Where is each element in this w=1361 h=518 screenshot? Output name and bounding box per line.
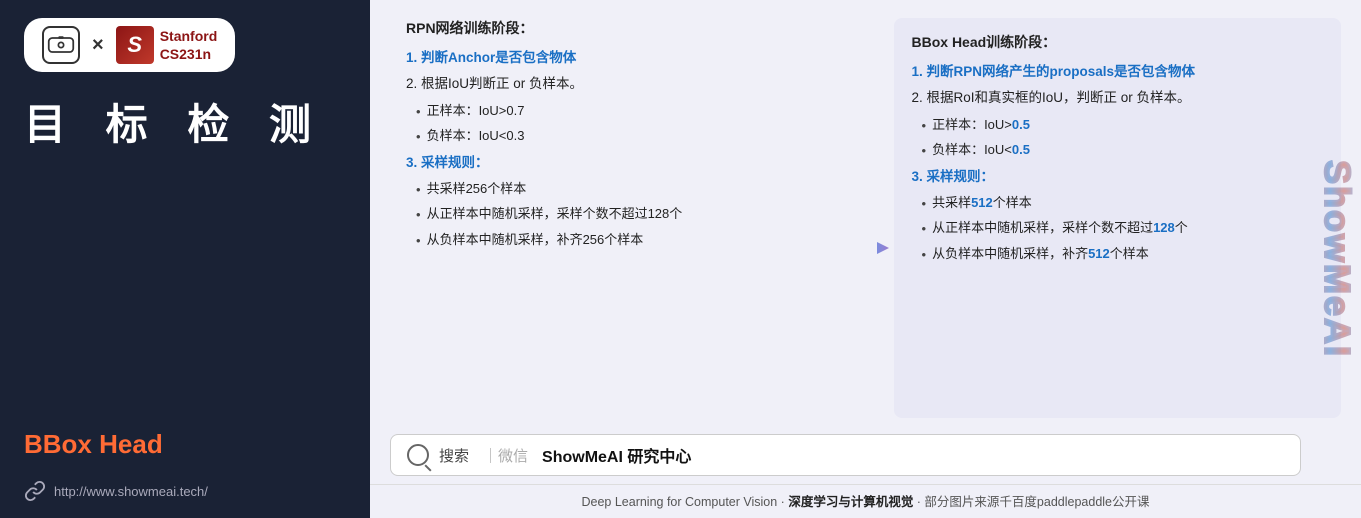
right-item3-text: 3. 采样规则： [912, 169, 995, 184]
left-item3-text: 3. 采样规则： [406, 155, 489, 170]
left-item3: 3. 采样规则： [406, 153, 818, 173]
left-column: RPN网络训练阶段： 1. 判断Anchor是否包含物体 2. 根据IoU判断正… [390, 18, 834, 418]
sidebar: × S Stanford CS231n 目 标 检 测 BBox Head ht… [0, 0, 370, 518]
bullet-dot: • [416, 180, 421, 200]
bullet-dot: • [922, 141, 927, 161]
bbox-head-title: BBox Head [24, 429, 346, 460]
right-sub2-value: 128 [1153, 220, 1175, 235]
footer-text-normal2: · 部分图片来源千百度paddlepaddle公开课 [913, 495, 1149, 509]
left-bullet2: • 负样本：IoU<0.3 [406, 126, 818, 147]
stanford-logo: S Stanford CS231n [116, 26, 218, 64]
bullet-dot: • [922, 116, 927, 136]
bullet-dot: • [922, 194, 927, 214]
footer-url: http://www.showmeai.tech/ [54, 484, 208, 499]
search-bar[interactable]: 搜索 ｜微信 ShowMeAI 研究中心 [390, 434, 1301, 476]
right-bullet1-value: 0.5 [1012, 117, 1030, 132]
search-divider: ｜微信 [483, 445, 528, 466]
right-sub3-value: 512 [1088, 246, 1110, 261]
right-sub1-text: 共采样512个样本 [932, 193, 1032, 213]
x-separator: × [92, 34, 104, 57]
left-item1-text: 1. 判断Anchor是否包含物体 [406, 50, 576, 65]
left-sub1-text: 共采样256个样本 [427, 179, 527, 199]
right-sub3-text: 从负样本中随机采样，补齐512个样本 [932, 244, 1149, 264]
right-bullet2-text: 负样本：IoU<0.5 [932, 140, 1030, 160]
right-section-title: BBox Head训练阶段： [912, 32, 1324, 52]
arrow-area [834, 18, 894, 418]
left-bullet2-text: 负样本：IoU<0.3 [427, 126, 525, 146]
bullet-dot: • [416, 102, 421, 122]
stanford-course: CS231n [160, 45, 218, 63]
logo-area: × S Stanford CS231n [24, 18, 235, 72]
right-sub1-value: 512 [971, 195, 993, 210]
left-item2: 2. 根据IoU判断正 or 负样本。 [406, 74, 818, 94]
bullet-dot: • [922, 245, 927, 265]
search-brand: ShowMeAI 研究中心 [542, 443, 691, 467]
content-body: RPN网络训练阶段： 1. 判断Anchor是否包含物体 2. 根据IoU判断正… [370, 0, 1361, 428]
link-icon [24, 480, 46, 502]
left-bullet1: • 正样本：IoU>0.7 [406, 101, 818, 122]
footer-link[interactable]: http://www.showmeai.tech/ [24, 480, 346, 502]
left-sub1: • 共采样256个样本 [406, 179, 818, 200]
right-bullet2: • 负样本：IoU<0.5 [912, 140, 1324, 161]
right-sub3: • 从负样本中随机采样，补齐512个样本 [912, 244, 1324, 265]
footer-text-bold: 深度学习与计算机视觉 [788, 495, 913, 509]
left-sub3: • 从负样本中随机采样，补齐256个样本 [406, 230, 818, 251]
left-section-title: RPN网络训练阶段： [406, 18, 818, 38]
right-sub2-text: 从正样本中随机采样，采样个数不超过128个 [932, 218, 1188, 238]
right-bullet2-value: 0.5 [1012, 142, 1030, 157]
search-icon [407, 444, 429, 466]
search-label: 搜索 [439, 445, 469, 466]
main-content: RPN网络训练阶段： 1. 判断Anchor是否包含物体 2. 根据IoU判断正… [370, 0, 1361, 518]
right-item1: 1. 判断RPN网络产生的proposals是否包含物体 [912, 62, 1324, 82]
main-title: 目 标 检 测 [24, 100, 346, 150]
right-item2: 2. 根据RoI和真实框的IoU，判断正 or 负样本。 [912, 88, 1324, 108]
stanford-name: Stanford [160, 27, 218, 45]
bullet-dot: • [416, 205, 421, 225]
showmeai-icon [42, 26, 80, 64]
bullet-dot: • [416, 231, 421, 251]
left-sub2-text: 从正样本中随机采样，采样个数不超过128个 [427, 204, 683, 224]
right-arrow-icon [839, 238, 889, 258]
right-bullet1: • 正样本：IoU>0.5 [912, 115, 1324, 136]
left-sub3-text: 从负样本中随机采样，补齐256个样本 [427, 230, 644, 250]
footer-text-normal: Deep Learning for Computer Vision · [581, 495, 788, 509]
main-footer: Deep Learning for Computer Vision · 深度学习… [370, 484, 1361, 518]
right-column: BBox Head训练阶段： 1. 判断RPN网络产生的proposals是否包… [894, 18, 1342, 418]
right-item1-text: 1. 判断RPN网络产生的proposals是否包含物体 [912, 64, 1196, 79]
right-item3: 3. 采样规则： [912, 167, 1324, 187]
bullet-dot: • [922, 219, 927, 239]
left-sub2: • 从正样本中随机采样，采样个数不超过128个 [406, 204, 818, 225]
bullet-dot: • [416, 127, 421, 147]
right-bullet1-text: 正样本：IoU>0.5 [932, 115, 1030, 135]
left-bullet1-text: 正样本：IoU>0.7 [427, 101, 525, 121]
right-sub1: • 共采样512个样本 [912, 193, 1324, 214]
right-sub2: • 从正样本中随机采样，采样个数不超过128个 [912, 218, 1324, 239]
left-item1: 1. 判断Anchor是否包含物体 [406, 48, 818, 68]
stanford-s-logo: S [116, 26, 154, 64]
